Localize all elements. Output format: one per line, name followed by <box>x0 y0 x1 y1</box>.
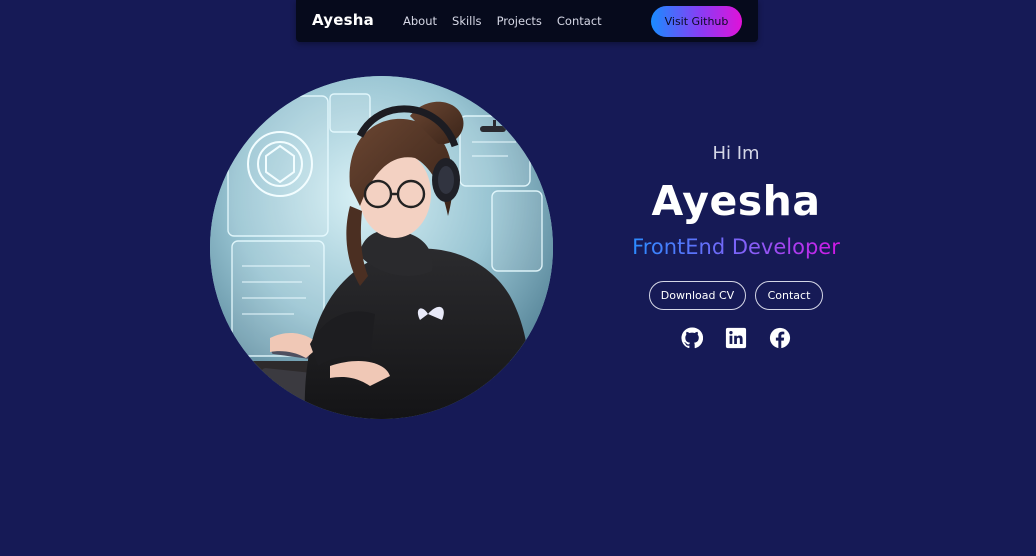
facebook-icon[interactable] <box>769 327 791 349</box>
hero-section: Hi Im Ayesha FrontEnd Developer Download… <box>600 138 872 349</box>
navbar: Ayesha About Skills Projects Contact Vis… <box>296 0 758 42</box>
hero-greeting: Hi Im <box>712 143 760 164</box>
contact-button[interactable]: Contact <box>755 281 823 310</box>
profile-avatar <box>210 76 553 419</box>
download-cv-button[interactable]: Download CV <box>649 281 746 310</box>
visit-github-button[interactable]: Visit Github <box>651 6 742 37</box>
hero-role: FrontEnd Developer <box>632 235 840 259</box>
page: Ayesha About Skills Projects Contact Vis… <box>0 0 1036 556</box>
github-icon[interactable] <box>681 327 703 349</box>
nav-link-about[interactable]: About <box>403 14 437 28</box>
linkedin-icon[interactable] <box>725 327 747 349</box>
nav-link-skills[interactable]: Skills <box>452 14 482 28</box>
avatar-illustration <box>210 76 553 419</box>
nav-link-contact[interactable]: Contact <box>557 14 602 28</box>
nav-links: About Skills Projects Contact <box>403 14 617 28</box>
social-links <box>600 327 872 349</box>
nav-link-projects[interactable]: Projects <box>497 14 542 28</box>
hero-buttons: Download CV Contact <box>600 281 872 310</box>
brand-logo[interactable]: Ayesha <box>312 11 374 29</box>
hero-name: Ayesha <box>651 177 821 225</box>
